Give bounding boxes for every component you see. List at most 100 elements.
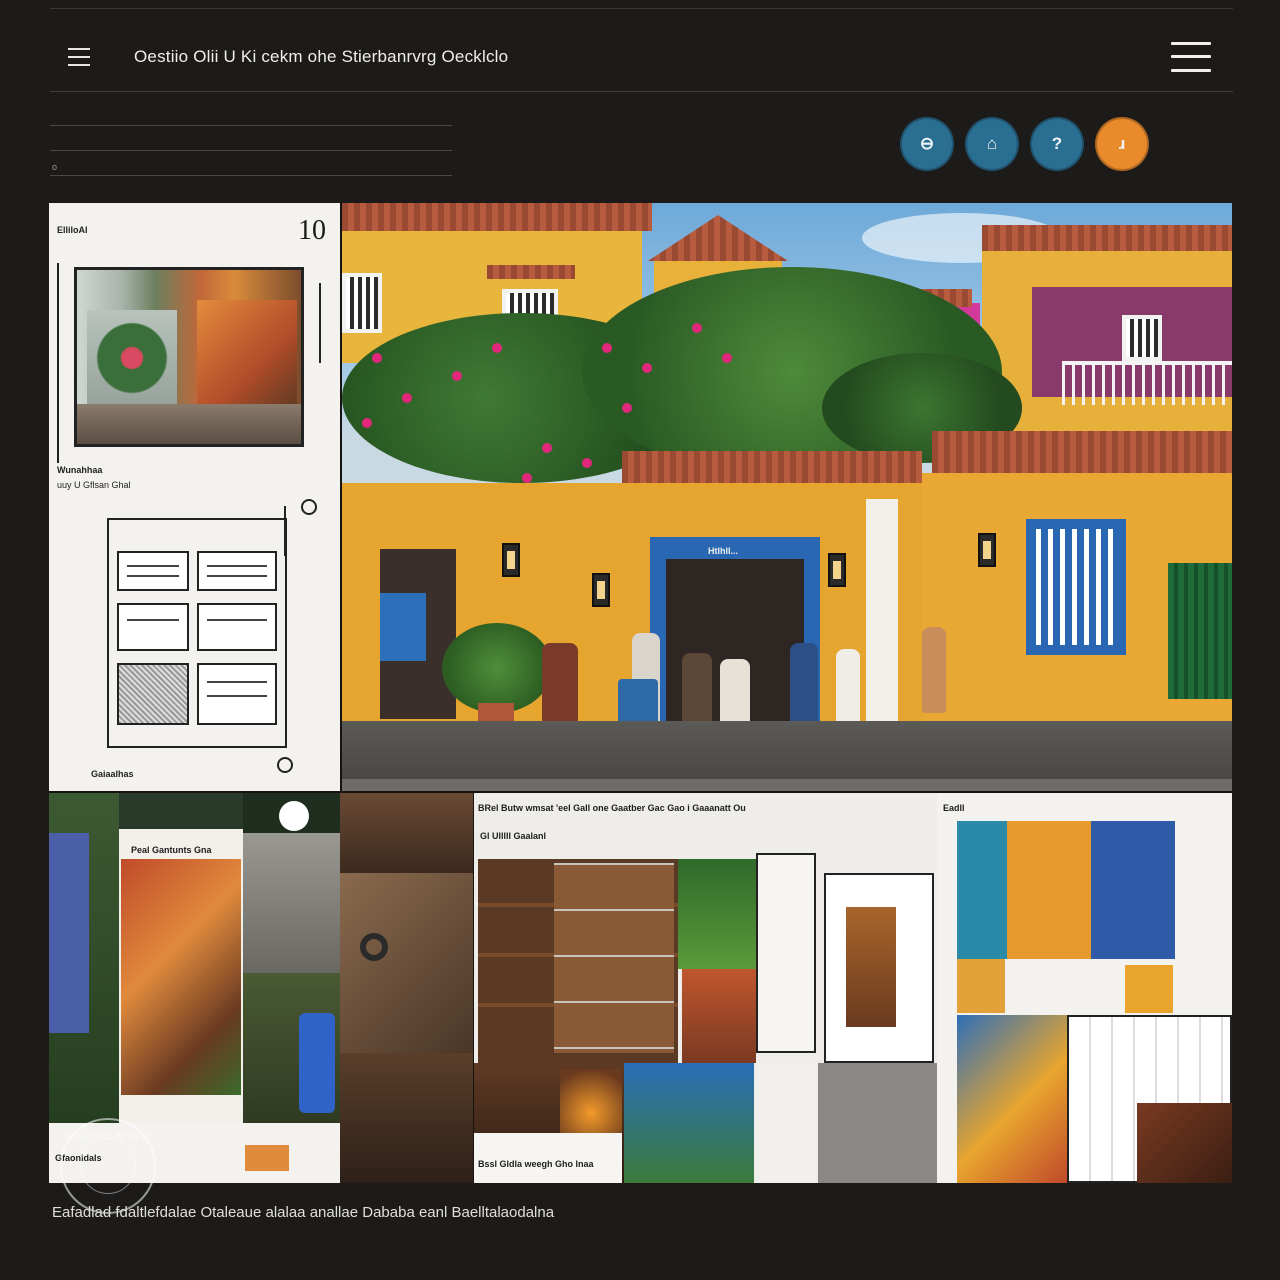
help-icon[interactable]: ? <box>1030 117 1084 171</box>
dimension-line <box>284 506 286 556</box>
texture-tile <box>818 1063 937 1183</box>
plants-photo <box>624 1063 754 1183</box>
plan-room <box>197 551 277 591</box>
roof <box>648 215 788 261</box>
flower <box>492 343 502 353</box>
hamburger-icon[interactable] <box>68 37 108 77</box>
page-title: Oestiio Olii U Ki cekm ohe Stierbanrvrg … <box>134 46 509 66</box>
b1-header: Peal Gantunts Gna <box>131 845 212 855</box>
furniture-photo <box>340 1053 473 1183</box>
flower <box>452 371 462 381</box>
house-photo <box>121 859 241 1095</box>
lantern <box>828 553 846 587</box>
roof <box>982 225 1232 251</box>
plan-room <box>117 663 189 725</box>
hamburger-icon[interactable] <box>1171 41 1213 72</box>
flower <box>602 343 612 353</box>
ring-sculpture <box>360 933 388 961</box>
plan-marker <box>301 499 317 515</box>
flower <box>372 353 382 363</box>
face-painting <box>957 1015 1067 1183</box>
flower <box>402 393 412 403</box>
person <box>542 643 578 723</box>
courtyard-photo <box>74 267 304 447</box>
color-swatch <box>245 1145 289 1171</box>
b3-footer: Bssl Gldla weegh Gho lnaa <box>478 1159 594 1169</box>
sidewalk <box>342 721 1232 779</box>
mosaic-collage[interactable]: Eadll <box>937 793 1232 1183</box>
circle-button-group: ⊖ ⌂ ? ɹ <box>900 117 1149 171</box>
lantern <box>502 543 520 577</box>
dimension-line <box>57 263 59 463</box>
flower <box>642 363 652 373</box>
shop-sign: Htlhll... <box>708 546 738 556</box>
subheader-lines: o <box>50 125 452 200</box>
palm-photo <box>678 859 756 969</box>
plan-label-mid-1: Wunahhaa <box>57 465 103 475</box>
ceiling-photo <box>340 793 473 873</box>
green-door <box>1168 563 1232 699</box>
blue-vase <box>299 1013 335 1113</box>
plan-label-top: ElliloAI <box>57 225 88 235</box>
plan-room <box>197 603 277 651</box>
app-header: Oestiio Olii U Ki cekm ohe Stierbanrvrg … <box>50 22 1233 92</box>
sketch-frame <box>756 853 816 1053</box>
flower <box>722 353 732 363</box>
divider <box>50 150 452 151</box>
flower <box>542 443 552 453</box>
b3-sub: Gl Ulllll Gaalanl <box>480 831 547 841</box>
divider: o <box>50 162 452 176</box>
minus-icon[interactable]: ⊖ <box>900 117 954 171</box>
interior-photo <box>340 873 473 1053</box>
chair <box>618 679 658 725</box>
street-photo[interactable]: Htlhll... <box>342 203 1232 791</box>
home-icon[interactable]: ⌂ <box>965 117 1019 171</box>
person <box>682 653 712 725</box>
circle-marker <box>279 801 309 831</box>
flower <box>522 473 532 483</box>
roof-photo <box>1137 1103 1232 1183</box>
mosaic-tile <box>957 821 1007 959</box>
blue-window <box>1026 519 1126 655</box>
bottom-caption: Eafadlad fdaltlefdalae Otaleaue alalaa a… <box>52 1204 555 1221</box>
mosaic-tile <box>1007 821 1091 959</box>
mosaic-tile <box>1125 965 1173 1013</box>
flower <box>622 403 632 413</box>
watermark-text: IMAGINED WITH AI <box>64 1132 152 1141</box>
lantern-photo <box>846 907 896 1027</box>
top-divider <box>50 8 1233 9</box>
action-icon[interactable]: ɹ <box>1095 117 1149 171</box>
sculpture-photo <box>243 833 340 973</box>
roof <box>932 431 1232 473</box>
mosaic-tile <box>1091 821 1175 959</box>
plan-room <box>117 551 189 591</box>
display-shelf <box>554 863 674 1053</box>
flower <box>582 458 592 468</box>
flower <box>692 323 702 333</box>
person <box>922 627 946 713</box>
caption-card <box>474 1133 622 1183</box>
roof <box>622 451 922 483</box>
plan-marker <box>277 757 293 773</box>
roof <box>487 265 575 279</box>
plan-label-mid-2: uuy U Gflsan Ghal <box>57 480 131 490</box>
blue-wall <box>49 833 89 1033</box>
mosaic-tile <box>957 959 1005 1013</box>
b4-header: Eadll <box>943 803 965 813</box>
divider <box>50 125 452 126</box>
moodboard: 10 ElliloAI Wunahhaa uuy U Gflsan Ghal G… <box>49 203 1232 1183</box>
plan-room <box>117 603 189 651</box>
lantern <box>592 573 610 607</box>
curb <box>342 779 1232 791</box>
b3-header: BRel Butw wmsat 'eel Gall one Gaatber Ga… <box>478 803 746 813</box>
potted-plant <box>442 623 552 713</box>
dimension-line <box>319 283 321 363</box>
balcony <box>1062 361 1232 405</box>
interior-collage[interactable] <box>340 793 473 1183</box>
column <box>866 499 898 721</box>
window <box>1122 315 1162 361</box>
poster <box>380 593 426 661</box>
lantern <box>978 533 996 567</box>
plan-panel[interactable]: 10 ElliloAI Wunahhaa uuy U Gflsan Ghal G… <box>49 203 340 791</box>
shop-collage[interactable]: BRel Butw wmsat 'eel Gall one Gaatber Ga… <box>474 793 937 1183</box>
